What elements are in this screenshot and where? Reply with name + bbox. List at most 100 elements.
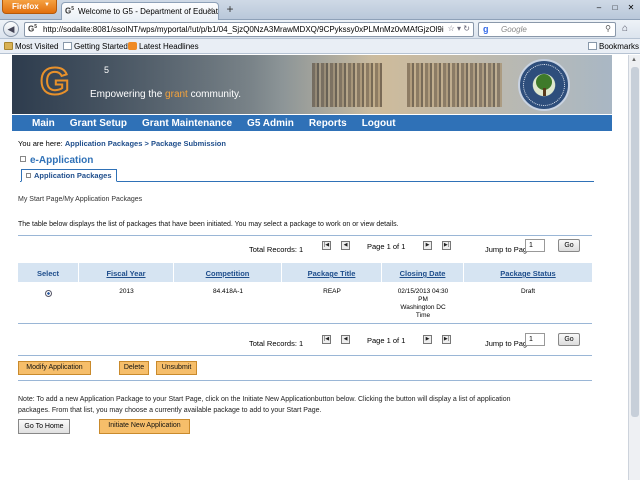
close-tab-icon[interactable]: ✕ [207,6,214,15]
bookmark-label: Getting Started [74,42,128,51]
bookmarks-icon [588,42,597,50]
close-window-icon[interactable]: ✕ [624,2,638,14]
table-row: 2013 84.418A-1 REAP 02/15/2013 04:30 PM … [18,282,592,322]
bookmark-most-visited[interactable]: Most Visited [4,42,58,51]
home-icon[interactable]: ⌂ [622,23,636,35]
column-closing-date[interactable]: Closing Date [382,263,464,282]
next-page-icon[interactable]: ▶ [423,241,432,250]
breadcrumb: You are here: Application Packages > Pac… [18,139,226,148]
column-package-title[interactable]: Package Title [282,263,382,282]
page-scrollbar[interactable]: ▲ [628,55,640,480]
url-bar[interactable]: G5 http://sodalite:8081/ssoINT/wps/mypor… [24,22,474,37]
section-title-text: e-Application [30,155,94,166]
browser-tab-bar: Firefox ▼ G5 Welcome to G5 - Department … [0,0,640,20]
bookmarks-menu[interactable]: Bookmarks [588,42,639,51]
breadcrumb-application-packages[interactable]: Application Packages [65,139,143,148]
next-page-icon[interactable]: ▶ [423,335,432,344]
tagline-highlight: grant [165,89,188,100]
closing-date-line: Time [415,312,431,319]
cell-closing-date: 02/15/2013 04:30 PM Washington DC Time [382,282,464,322]
divider [18,355,592,356]
page-of: Page 1 of 1 [367,336,406,345]
last-page-icon[interactable]: ▶| [442,335,451,344]
column-fiscal-year[interactable]: Fiscal Year [79,263,174,282]
maximize-icon[interactable]: □ [608,2,622,14]
menu-main[interactable]: Main [32,118,55,129]
tab-application-packages[interactable]: Application Packages [21,169,117,182]
delete-button[interactable]: Delete [119,361,149,375]
google-search-icon: g [483,24,489,34]
browser-nav-bar: ◀ G5 http://sodalite:8081/ssoINT/wps/myp… [0,20,640,39]
banner-tagline: Empowering the grant community. [90,89,241,100]
divider [18,235,592,236]
jump-to-page-input[interactable]: 1 [525,333,545,346]
column-package-status[interactable]: Package Status [464,263,592,282]
menu-grant-setup[interactable]: Grant Setup [70,118,127,129]
collapse-icon[interactable] [20,156,26,162]
column-select: Select [18,263,79,282]
scrollbar-thumb[interactable] [631,67,639,417]
search-icon[interactable]: ⚲ [605,24,611,33]
breadcrumb-separator: > [142,139,151,148]
page-icon [63,42,72,50]
prev-page-icon[interactable]: ◀ [341,335,350,344]
go-to-home-button[interactable]: Go To Home [18,419,70,434]
browser-tab-active[interactable]: G5 Welcome to G5 - Department of Educati… [61,2,219,20]
bookmark-latest-headlines[interactable]: Latest Headlines [128,42,199,51]
page-content: G 5 Empowering the grant community. Main… [12,55,612,480]
jump-to-page-input[interactable]: 1 [525,239,545,252]
breadcrumb-package-submission[interactable]: Package Submission [151,139,226,148]
g5-favicon-icon: G5 [65,6,75,16]
search-bar[interactable]: g Google ⚲ [478,22,616,37]
back-button[interactable]: ◀ [3,21,19,37]
cell-fiscal-year: 2013 [119,288,134,295]
section-title: e-Application [20,155,93,166]
action-buttons: Modify Application Delete Unsubmit [18,361,592,375]
menu-g5-admin[interactable]: G5 Admin [247,118,294,129]
main-menu: Main Grant Setup Grant Maintenance G5 Ad… [12,115,612,131]
minimize-icon[interactable]: – [592,2,606,14]
note-line: packages. From that list, you may choose… [18,407,322,414]
go-button[interactable]: Go [558,333,580,346]
column-competition[interactable]: Competition [174,263,282,282]
menu-logout[interactable]: Logout [362,118,396,129]
closing-date-line: Washington DC [400,304,446,311]
bookmarks-menu-label: Bookmarks [599,42,640,51]
tagline-part: community. [187,89,242,100]
unsubmit-button[interactable]: Unsubmit [156,361,197,375]
prev-page-icon[interactable]: ◀ [341,241,350,250]
go-button[interactable]: Go [558,239,580,252]
closing-date-line: PM [418,296,428,303]
menu-reports[interactable]: Reports [309,118,347,129]
total-records: Total Records: 1 [249,245,304,254]
bookmark-getting-started[interactable]: Getting Started [63,42,128,51]
divider [18,323,592,324]
closing-date-line: 02/15/2013 04:30 [397,288,449,295]
bottom-buttons: Go To Home Initiate New Application [18,419,592,434]
page-path: My Start Page/My Application Packages [18,196,143,203]
page-of: Page 1 of 1 [367,242,406,251]
search-placeholder: Google [501,25,527,34]
g5-banner: G 5 Empowering the grant community. [12,55,612,114]
g5-logo: G [39,60,71,104]
url-bar-controls: ☆ ▾ ↻ [444,24,470,33]
site-identity-icon[interactable]: G5 [28,24,37,34]
total-records: Total Records: 1 [249,339,304,348]
cell-competition: 84.418A-1 [213,288,243,295]
tab-label: Application Packages [34,171,112,180]
firefox-menu-button[interactable]: Firefox ▼ [2,0,57,14]
pager-top: Total Records: 1 |◀ ◀ Page 1 of 1 ▶ ▶| J… [18,239,592,259]
initiate-new-application-button[interactable]: Initiate New Application [99,419,190,434]
menu-grant-maintenance[interactable]: Grant Maintenance [142,118,232,129]
department-of-education-seal [518,59,570,111]
select-radio[interactable] [45,290,52,297]
divider [18,380,592,381]
last-page-icon[interactable]: ▶| [442,241,451,250]
first-page-icon[interactable]: |◀ [322,335,331,344]
first-page-icon[interactable]: |◀ [322,241,331,250]
select-cell [18,282,79,322]
modify-application-button[interactable]: Modify Application [18,361,91,375]
new-tab-button[interactable]: + [223,3,237,17]
table-header: Select Fiscal Year Competition Package T… [18,263,592,282]
scroll-up-icon[interactable]: ▲ [631,57,637,63]
